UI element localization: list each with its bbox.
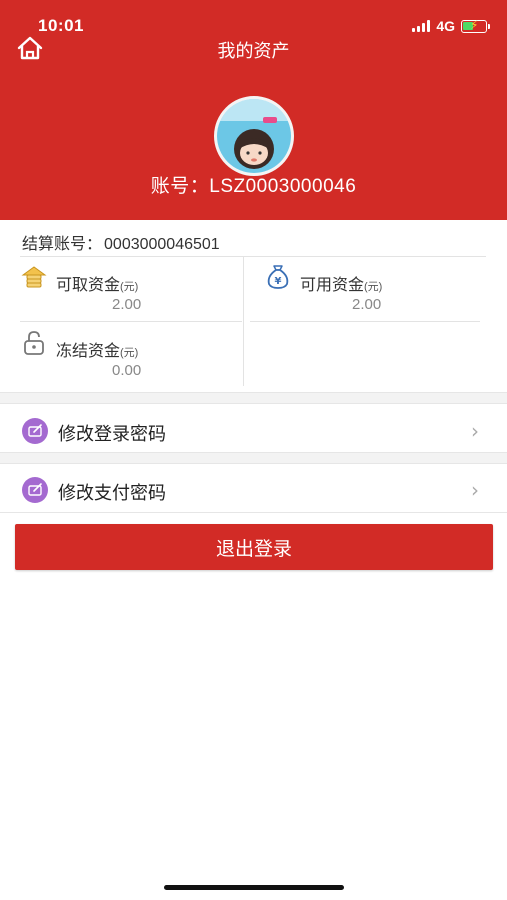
divider (20, 321, 242, 322)
signal-icon (412, 20, 431, 32)
available-value: 2.00 (352, 296, 382, 313)
change-pay-password-row[interactable]: 修改支付密码 › (0, 464, 507, 512)
status-indicators: 4G ⚡ (412, 18, 490, 34)
change-login-password-row[interactable]: 修改登录密码 › (0, 405, 507, 453)
funds-panel: 可取资金(元) 2.00 ¥ 可用资金(元) 2.00 冻结资金(元) 0.00 (0, 256, 507, 392)
page-title: 我的资产 (217, 41, 290, 61)
coin-stack-icon (21, 266, 47, 288)
settlement-number: 0003000046501 (104, 236, 220, 253)
account-prefix: 账号： (150, 176, 210, 197)
unit-label: (元) (120, 347, 139, 359)
account-number: LSZ0003000046 (209, 176, 357, 197)
available-label: 可用资金 (300, 277, 365, 294)
withdrawable-label: 可取资金 (56, 277, 121, 294)
home-indicator (164, 885, 344, 890)
battery-icon: ⚡ (461, 18, 490, 33)
network-type: 4G (436, 18, 455, 34)
divider (243, 256, 244, 386)
unit-label: (元) (364, 281, 383, 293)
settlement-label: 结算账号： (22, 236, 103, 253)
divider (0, 512, 507, 513)
unit-label: (元) (120, 281, 139, 293)
divider (20, 256, 486, 257)
user-avatar-icon (217, 99, 291, 173)
logout-button[interactable]: 退出登录 (15, 524, 493, 570)
edit-icon (22, 418, 48, 444)
edit-icon (22, 477, 48, 503)
status-time: 10:01 (38, 16, 84, 35)
change-login-password-label: 修改登录密码 (58, 424, 166, 444)
avatar[interactable] (214, 96, 294, 176)
frozen-value: 0.00 (112, 362, 142, 379)
chevron-right-icon: › (471, 478, 479, 502)
svg-text:¥: ¥ (275, 276, 282, 287)
settlement-account: 结算账号： 0003000046501 (22, 230, 220, 254)
lock-icon (24, 331, 44, 355)
section-gap (0, 452, 507, 464)
change-pay-password-label: 修改支付密码 (58, 483, 166, 503)
divider (250, 321, 480, 322)
section-gap (0, 392, 507, 404)
account-line: 账号：LSZ0003000046 (0, 171, 507, 198)
money-bag-icon: ¥ (267, 265, 289, 289)
frozen-label: 冻结资金 (56, 343, 121, 360)
withdrawable-value: 2.00 (112, 296, 142, 313)
chevron-right-icon: › (471, 419, 479, 443)
header: 10:01 4G ⚡ 我的资产 账号：LSZ0003000046 (0, 0, 507, 220)
status-bar: 10:01 4G ⚡ (0, 0, 507, 40)
